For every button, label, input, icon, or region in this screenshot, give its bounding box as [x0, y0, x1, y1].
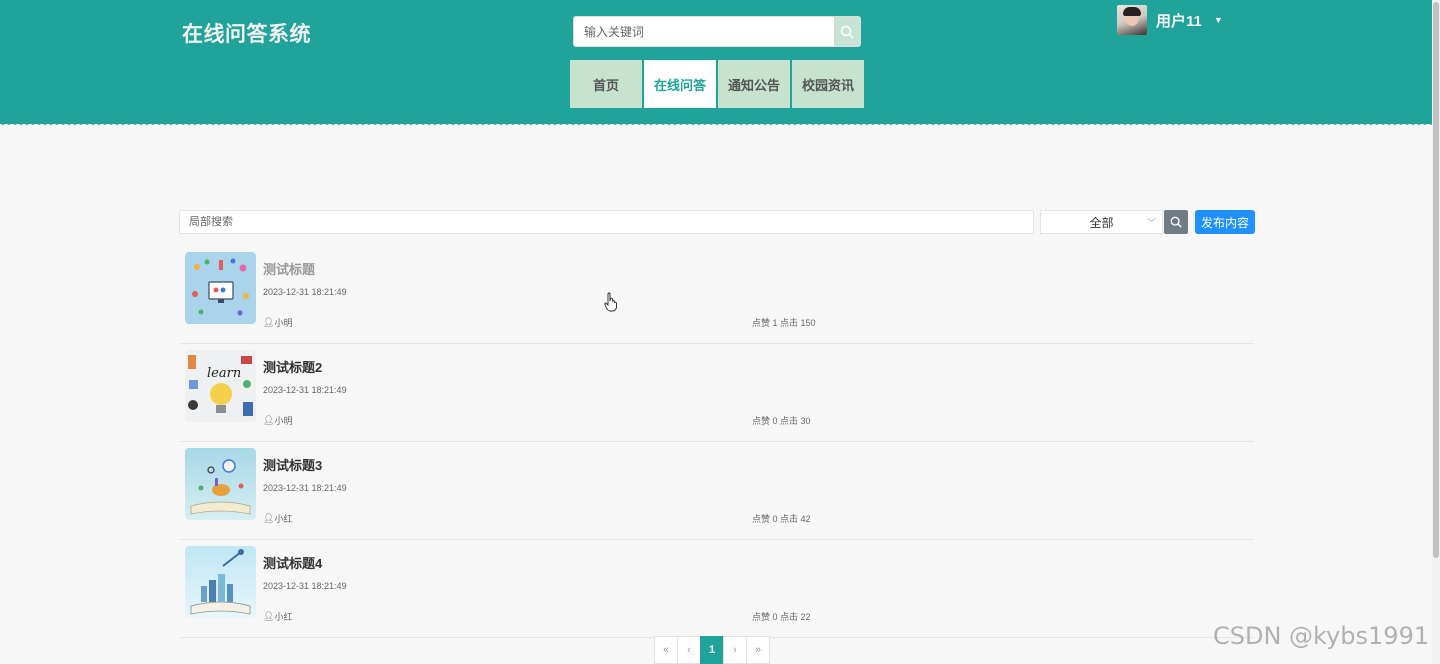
hand-cursor-icon — [604, 292, 617, 312]
item-thumbnail: learn — [185, 350, 256, 422]
user-icon: 👤︎ — [263, 513, 275, 523]
page-next-button[interactable]: › — [723, 636, 747, 664]
item-stats: 点赞 0 点击 30 — [752, 416, 811, 426]
item-time: 2023-12-31 18:21:49 — [263, 581, 347, 591]
list-item[interactable]: learn 测试标题2 2023-12-31 18:21:49 👤︎ 小明 点赞 … — [180, 344, 1254, 442]
item-thumbnail — [185, 448, 256, 520]
item-time: 2023-12-31 18:21:49 — [263, 385, 347, 395]
page-current[interactable]: 1 — [700, 636, 724, 664]
item-time: 2023-12-31 18:21:49 — [263, 483, 347, 493]
local-search-input[interactable] — [179, 210, 1034, 234]
main-nav: 首页 在线问答 通知公告 校园资讯 — [570, 60, 864, 108]
publish-button[interactable]: 发布内容 — [1195, 210, 1255, 234]
user-icon: 👤︎ — [263, 611, 275, 621]
item-title[interactable]: 测试标题3 — [263, 455, 322, 474]
item-author: 👤︎ 小红 — [263, 610, 292, 623]
user-name: 用户11 — [1156, 12, 1202, 30]
item-author-name: 小明 — [274, 416, 293, 426]
item-time: 2023-12-31 18:21:49 — [263, 287, 347, 297]
item-stats: 点赞 1 点击 150 — [752, 318, 816, 328]
global-search — [573, 16, 861, 47]
page-scrollbar[interactable] — [1432, 0, 1440, 664]
nav-qa[interactable]: 在线问答 — [644, 60, 716, 108]
avatar — [1117, 5, 1147, 35]
list-item[interactable]: 测试标题3 2023-12-31 18:21:49 👤︎ 小红 点赞 0 点击 4… — [180, 442, 1254, 540]
item-title[interactable]: 测试标题2 — [263, 357, 322, 376]
item-author-name: 小明 — [274, 318, 293, 328]
scrollbar-thumb[interactable] — [1433, 2, 1439, 558]
nav-notice[interactable]: 通知公告 — [718, 60, 790, 108]
item-title[interactable]: 测试标题4 — [263, 553, 322, 572]
item-author-name: 小红 — [274, 612, 293, 622]
page-prev-button[interactable]: ‹ — [677, 636, 701, 664]
item-title[interactable]: 测试标题 — [263, 259, 315, 278]
watermark: CSDN @kybs1991 — [1213, 622, 1430, 650]
global-search-input[interactable] — [574, 17, 834, 46]
local-search-button[interactable] — [1164, 210, 1188, 234]
header-scallop-edge — [0, 122, 1440, 128]
item-author: 👤︎ 小红 — [263, 512, 292, 525]
item-stats: 点赞 0 点击 42 — [752, 514, 811, 524]
site-title: 在线问答系统 — [182, 23, 311, 46]
item-author-name: 小红 — [274, 514, 293, 524]
svg-text:learn: learn — [207, 366, 241, 381]
item-thumbnail — [185, 252, 256, 324]
nav-home[interactable]: 首页 — [570, 60, 642, 108]
site-header: 在线问答系统 首页 在线问答 通知公告 校园资讯 用户11 ▼ — [0, 0, 1440, 124]
user-menu[interactable]: 用户11 ▼ — [1117, 5, 1223, 35]
category-select-value: 全部 — [1089, 215, 1114, 230]
caret-down-icon: ▼ — [1213, 15, 1223, 25]
global-search-button[interactable] — [834, 17, 860, 46]
search-icon — [840, 25, 854, 38]
pagination: « ‹ 1 › » — [654, 636, 770, 664]
nav-news[interactable]: 校园资讯 — [792, 60, 864, 108]
item-author: 👤︎ 小明 — [263, 316, 292, 329]
list-item[interactable]: 测试标题 2023-12-31 18:21:49 👤︎ 小明 点赞 1 点击 15… — [180, 246, 1254, 344]
search-icon — [1170, 216, 1182, 228]
item-stats: 点赞 0 点击 22 — [752, 612, 811, 622]
list-item[interactable]: 测试标题4 2023-12-31 18:21:49 👤︎ 小红 点赞 0 点击 2… — [180, 540, 1254, 638]
page-last-button[interactable]: » — [746, 636, 770, 664]
user-icon: 👤︎ — [263, 317, 275, 327]
chevron-down-icon: ﹀ — [1146, 218, 1156, 228]
page-first-button[interactable]: « — [654, 636, 678, 664]
item-author: 👤︎ 小明 — [263, 414, 292, 427]
item-thumbnail — [185, 546, 256, 618]
category-select[interactable]: 全部 ﹀ — [1040, 210, 1163, 234]
user-icon: 👤︎ — [263, 415, 275, 425]
